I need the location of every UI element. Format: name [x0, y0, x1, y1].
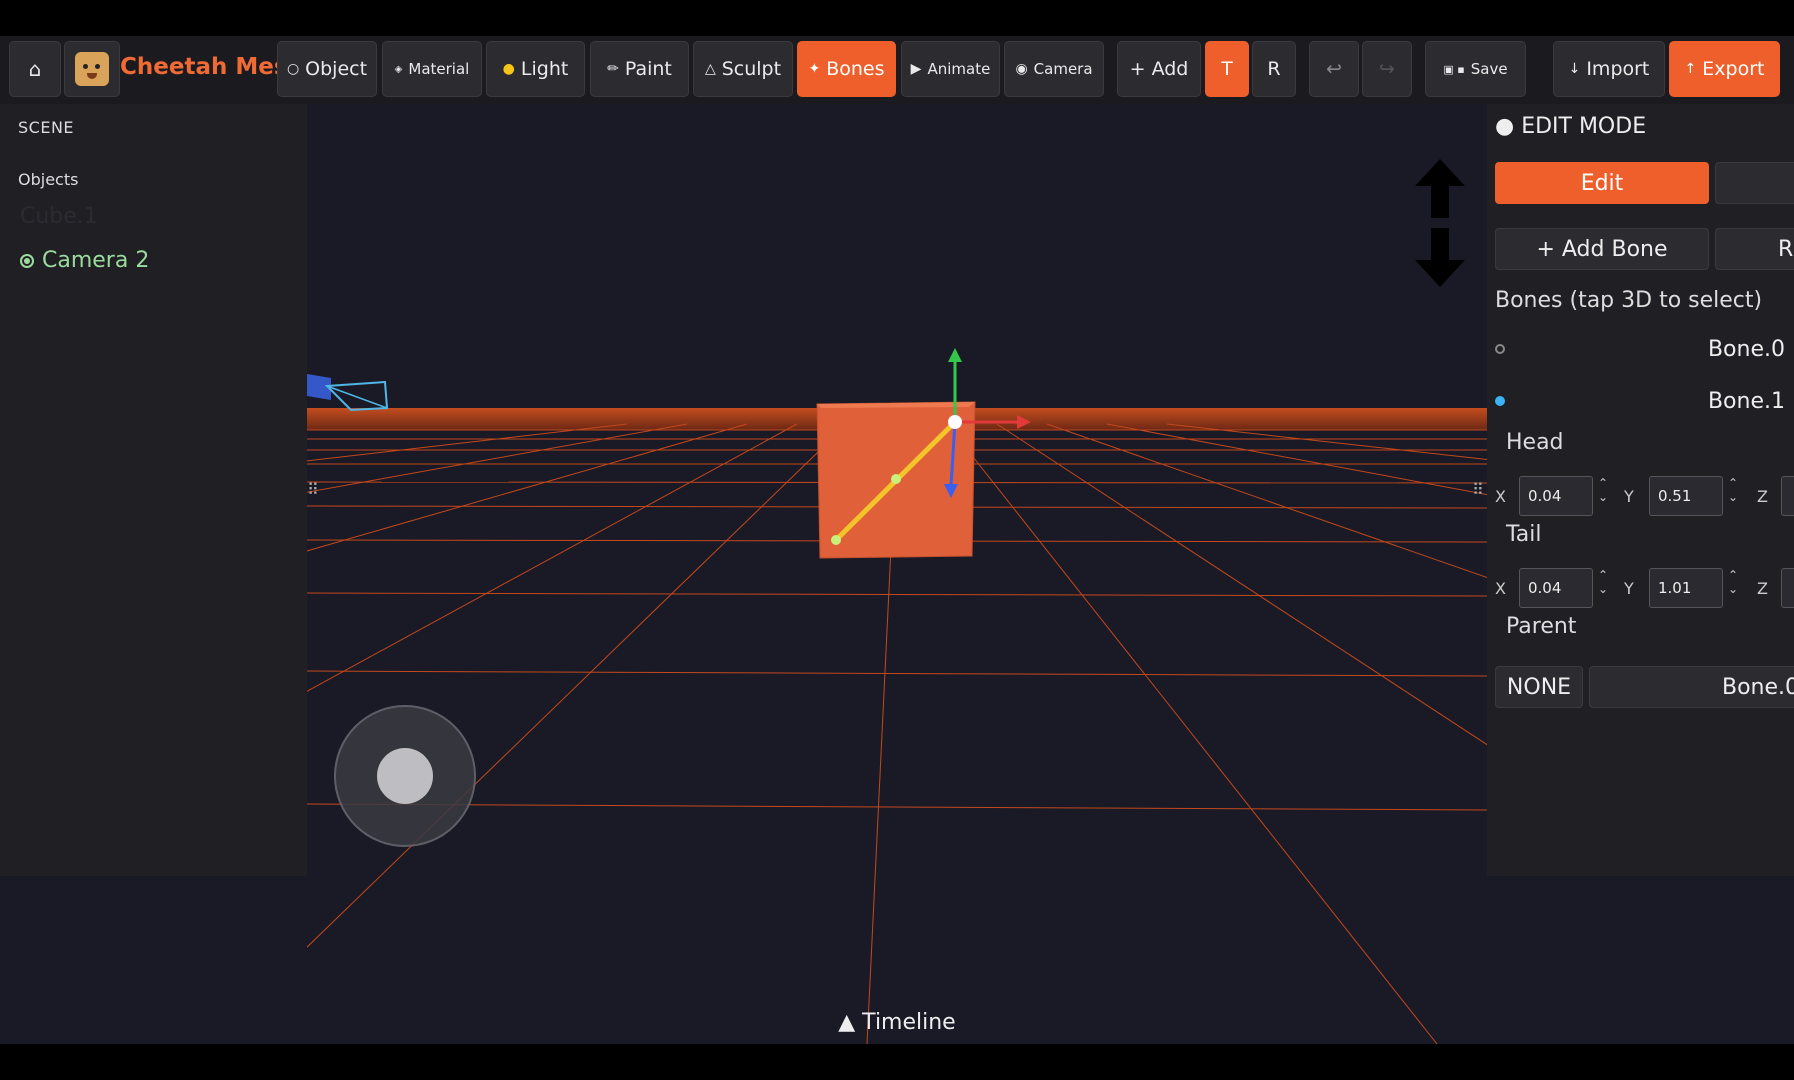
bone-radio-selected-icon: [1495, 396, 1505, 406]
camera-object[interactable]: [307, 374, 389, 412]
import-button[interactable]: ↓ Import: [1553, 41, 1665, 97]
add-bone-button[interactable]: + Add Bone: [1495, 228, 1709, 270]
bone-list-item-selected[interactable]: Bone.1: [1495, 386, 1785, 416]
save-button[interactable]: ▣ ▪ Save: [1425, 41, 1526, 97]
add-button[interactable]: + Add: [1117, 41, 1201, 97]
head-x-stepper[interactable]: ⌃ ⌄: [1596, 476, 1610, 504]
edit-mode-label: ● EDIT MODE: [1495, 114, 1647, 139]
head-z-label: Z: [1757, 487, 1768, 506]
tail-x-input[interactable]: 0.04: [1519, 568, 1593, 608]
redo-icon: ↪: [1379, 58, 1395, 80]
bone-head-joint[interactable]: [948, 415, 962, 429]
head-label: Head: [1506, 430, 1564, 455]
head-x-input[interactable]: 0.04: [1519, 476, 1593, 516]
import-icon: ↓: [1568, 61, 1581, 77]
redo-button[interactable]: ↪: [1362, 41, 1412, 97]
cheetah-logo-icon: [75, 52, 109, 86]
joystick-knob[interactable]: [377, 748, 433, 804]
vertical-move-arrows[interactable]: [1415, 159, 1465, 287]
translate-mode-button[interactable]: T: [1205, 41, 1249, 97]
head-y-label: Y: [1624, 487, 1634, 506]
undo-button[interactable]: ↩: [1309, 41, 1359, 97]
scene-panel: SCENE Objects Cube.1 Camera 2: [0, 104, 307, 876]
tail-z-label: Z: [1757, 579, 1768, 598]
bone-edit-panel: ● EDIT MODE Edit + Add Bone R Bones (tap…: [1487, 104, 1794, 876]
export-button[interactable]: ↑ Export: [1669, 41, 1780, 97]
bone-tail-joint[interactable]: [831, 535, 841, 545]
parent-label: Parent: [1506, 614, 1577, 639]
secondary-mode-button[interactable]: [1715, 162, 1794, 204]
timeline-toggle[interactable]: ▲ Timeline: [0, 1010, 1794, 1035]
parent-bone-button[interactable]: Bone.0: [1589, 666, 1794, 708]
project-logo[interactable]: [64, 41, 120, 97]
head-x-label: X: [1495, 487, 1506, 506]
save-icon: ▣ ▪: [1443, 62, 1465, 76]
parent-none-button[interactable]: NONE: [1495, 666, 1583, 708]
tab-sculpt[interactable]: △ Sculpt: [693, 41, 793, 97]
head-y-input[interactable]: 0.51: [1649, 476, 1723, 516]
toolbar: ⌂ Cheetah Mesh ○ Object ◈ Material ● Light …: [0, 36, 1794, 104]
virtual-joystick[interactable]: [334, 705, 476, 847]
camera-icon: ◉: [1015, 61, 1028, 77]
scene-item-cube[interactable]: Cube.1: [20, 204, 98, 229]
right-resize-handle-icon[interactable]: ⠿: [1472, 480, 1484, 499]
tail-y-label: Y: [1624, 579, 1634, 598]
object-icon: ○: [286, 61, 300, 77]
app-window: ⌂ Cheetah Mesh ○ Object ◈ Material ● Light …: [0, 36, 1794, 1044]
bone-icon: ✦: [808, 61, 821, 77]
3d-viewport[interactable]: ⠿ ⠿: [307, 104, 1487, 1044]
head-y-stepper[interactable]: ⌃ ⌄: [1726, 476, 1740, 504]
light-bulb-icon: ●: [502, 61, 515, 77]
bone-mid-joint[interactable]: [891, 474, 901, 484]
sculpt-icon: △: [704, 61, 716, 77]
move-down-arrow-icon[interactable]: [1415, 228, 1465, 287]
objects-header: Objects: [18, 170, 79, 189]
material-icon: ◈: [394, 63, 403, 75]
tab-object[interactable]: ○ Object: [277, 41, 377, 97]
undo-icon: ↩: [1326, 58, 1342, 80]
tail-label: Tail: [1506, 522, 1542, 547]
move-up-arrow-icon[interactable]: [1415, 159, 1465, 218]
tail-x-stepper[interactable]: ⌃ ⌄: [1596, 568, 1610, 596]
tab-material[interactable]: ◈ Material: [382, 41, 482, 97]
tab-paint[interactable]: ✏ Paint: [590, 41, 689, 97]
tab-bones[interactable]: ✦ Bones: [797, 41, 896, 97]
tail-x-label: X: [1495, 579, 1506, 598]
tab-animate[interactable]: ▶ Animate: [901, 41, 1000, 97]
scene-header: SCENE: [18, 118, 75, 137]
bone-list-item[interactable]: Bone.0: [1495, 334, 1785, 364]
y-axis-arrow[interactable]: [948, 348, 962, 362]
home-icon: ⌂: [28, 57, 42, 81]
tail-y-stepper[interactable]: ⌃ ⌄: [1726, 568, 1740, 596]
home-button[interactable]: ⌂: [9, 41, 61, 97]
left-resize-handle-icon[interactable]: ⠿: [307, 480, 319, 499]
viewport-canvas[interactable]: [307, 104, 1487, 1044]
bones-list-header: Bones (tap 3D to select): [1495, 288, 1763, 313]
scene-item-camera[interactable]: Camera 2: [20, 248, 149, 273]
tab-light[interactable]: ● Light: [486, 41, 585, 97]
brush-icon: ✏: [607, 61, 619, 77]
bone-radio-icon: [1495, 344, 1505, 354]
tab-camera[interactable]: ◉ Camera: [1004, 41, 1104, 97]
head-z-input[interactable]: [1781, 476, 1794, 516]
tail-y-input[interactable]: 1.01: [1649, 568, 1723, 608]
rotate-mode-button[interactable]: R: [1252, 41, 1296, 97]
play-icon: ▶: [910, 61, 922, 77]
export-icon: ↑: [1684, 61, 1697, 77]
edit-button[interactable]: Edit: [1495, 162, 1709, 204]
tail-z-input[interactable]: [1781, 568, 1794, 608]
remove-bone-button[interactable]: R: [1715, 228, 1794, 270]
selected-radio-icon: [20, 253, 34, 268]
